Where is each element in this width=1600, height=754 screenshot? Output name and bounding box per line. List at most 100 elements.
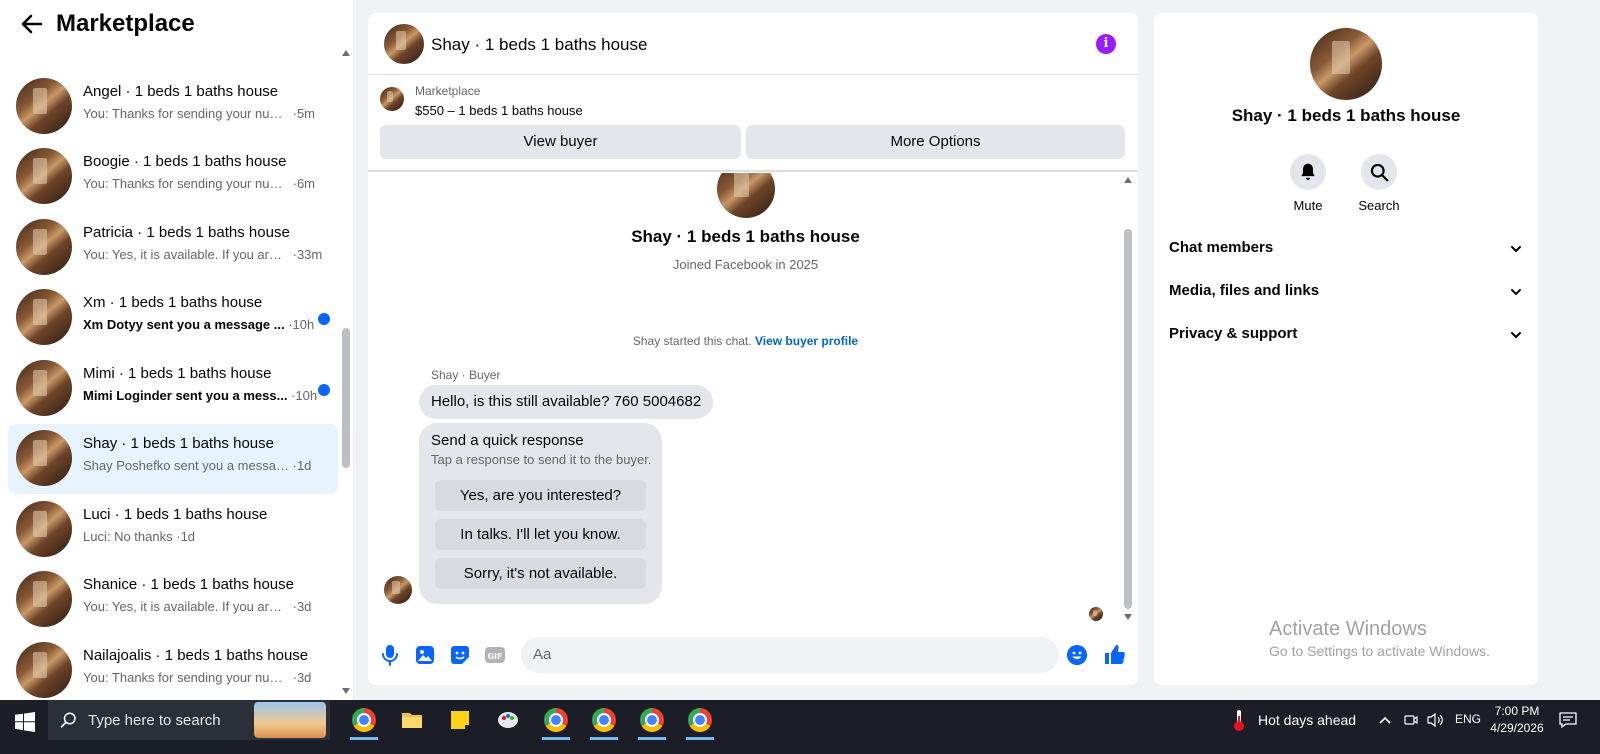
chrome-profile-icon[interactable]	[688, 708, 712, 732]
view-buyer-button[interactable]: View buyer	[380, 125, 741, 159]
avatar[interactable]	[16, 289, 72, 345]
avatar[interactable]	[717, 173, 775, 218]
preview-text: Luci: No thanks	[83, 529, 173, 544]
chevron-down-icon	[1511, 289, 1521, 295]
message-bubble[interactable]: Hello, is this still available? 760 5004…	[419, 385, 714, 419]
back-arrow-icon[interactable]	[20, 12, 44, 36]
preview-time: 6m	[296, 176, 316, 191]
preview-text: You: Thanks for sending your num...	[83, 176, 289, 191]
avatar[interactable]	[16, 430, 72, 486]
quick-response-yes-button[interactable]: Yes, are you interested?	[435, 480, 646, 511]
quick-response-unavailable-button[interactable]: Sorry, it's not available.	[435, 558, 646, 589]
weather-text[interactable]: Hot days ahead	[1258, 712, 1356, 728]
conversation-item[interactable]: Angel · 1 beds 1 baths house You: Thanks …	[8, 72, 338, 142]
avatar[interactable]	[16, 219, 72, 275]
speaker-icon[interactable]	[1426, 712, 1444, 728]
quick-response-talks-button[interactable]: In talks. I'll let you know.	[435, 519, 646, 550]
conversation-item[interactable]: Patricia · 1 beds 1 baths house You: Yes,…	[8, 213, 338, 283]
thermometer-icon[interactable]	[1232, 708, 1246, 732]
conversation-name: Luci · 1 beds 1 baths house	[83, 506, 268, 523]
meet-now-icon[interactable]	[1404, 713, 1418, 727]
sticky-notes-icon[interactable]	[448, 708, 472, 732]
avatar[interactable]	[16, 571, 72, 627]
listing-thumbnail[interactable]	[380, 87, 404, 111]
active-app-indicator	[638, 737, 666, 740]
conversation-name: Mimi · 1 beds 1 baths house	[83, 365, 272, 382]
privacy-support-section[interactable]: Privacy & support	[1169, 323, 1522, 347]
preview-time: 33m	[296, 247, 323, 262]
avatar[interactable]	[16, 78, 72, 134]
conversation-preview: You: Thanks for sending your num... · 6m	[83, 176, 315, 191]
avatar[interactable]	[16, 501, 72, 557]
scrollbar-thumb[interactable]	[1124, 229, 1132, 609]
avatar[interactable]	[384, 24, 424, 64]
message-thread: Shay · 1 beds 1 baths house Joined Faceb…	[368, 173, 1138, 626]
mute-button[interactable]: Mute	[1278, 154, 1338, 213]
avatar[interactable]	[384, 576, 412, 604]
message-composer: GIF Aa	[368, 626, 1138, 685]
listing-source: Marketplace	[415, 84, 481, 98]
gif-icon[interactable]: GIF	[483, 643, 507, 667]
scroll-down-icon[interactable]	[1124, 614, 1132, 620]
paint-icon[interactable]	[496, 708, 520, 732]
conversation-item[interactable]: Luci · 1 beds 1 baths house Luci: No than…	[8, 495, 338, 565]
listing-title[interactable]: $550 – 1 beds 1 baths house	[415, 103, 583, 118]
photo-icon[interactable]	[413, 643, 437, 667]
scroll-up-icon[interactable]	[342, 50, 350, 56]
chrome-icon[interactable]	[352, 708, 376, 732]
chrome-profile-icon[interactable]	[640, 708, 664, 732]
sidebar-scrollbar[interactable]	[340, 46, 352, 696]
media-files-links-section[interactable]: Media, files and links	[1169, 280, 1522, 304]
chat-panel: Shay · 1 beds 1 baths house i Marketplac…	[368, 13, 1138, 685]
chat-details-panel: Shay · 1 beds 1 baths house Mute Search …	[1154, 13, 1538, 685]
view-buyer-profile-link[interactable]: View buyer profile	[755, 334, 858, 348]
more-options-button[interactable]: More Options	[746, 125, 1125, 159]
avatar[interactable]	[16, 360, 72, 416]
conversation-item[interactable]: Nailajoalis · 1 beds 1 baths house You: T…	[8, 636, 338, 706]
preview-time-separator: ·	[289, 599, 297, 614]
avatar[interactable]	[16, 148, 72, 204]
scroll-up-icon[interactable]	[1124, 177, 1132, 183]
chrome-profile-icon[interactable]	[544, 708, 568, 732]
taskbar-search-placeholder: Type here to search	[88, 712, 221, 729]
sticker-icon[interactable]	[448, 643, 472, 667]
conversation-item[interactable]: Shanice · 1 beds 1 baths house You: Yes, …	[8, 565, 338, 635]
conversation-item[interactable]: Shay · 1 beds 1 baths house Shay Poshefko…	[8, 424, 338, 494]
scroll-down-icon[interactable]	[342, 688, 350, 694]
search-label: Search	[1358, 198, 1400, 213]
preview-time: 1d	[180, 529, 196, 544]
conversation-name: Shay · 1 beds 1 baths house	[83, 435, 274, 452]
search-button[interactable]: Search	[1349, 154, 1409, 213]
activate-windows-subtitle: Go to Settings to activate Windows.	[1269, 643, 1490, 659]
conversation-item[interactable]: Xm · 1 beds 1 baths house Xm Dotyy sent y…	[8, 283, 338, 353]
chat-title[interactable]: Shay · 1 beds 1 baths house	[431, 35, 647, 55]
preview-text: You: Thanks for sending your numb...	[83, 670, 289, 685]
conversation-item[interactable]: Mimi · 1 beds 1 baths house Mimi Loginder…	[8, 354, 338, 424]
search-icon	[60, 712, 76, 728]
bell-icon	[1301, 163, 1315, 180]
chevron-up-icon[interactable]	[1378, 713, 1392, 727]
chat-members-section[interactable]: Chat members	[1169, 237, 1522, 261]
windows-start-icon[interactable]	[15, 712, 35, 732]
activate-windows-title: Activate Windows	[1269, 618, 1427, 640]
avatar[interactable]	[16, 642, 72, 698]
clock-date[interactable]: 4/29/2026	[1482, 721, 1552, 735]
notification-icon[interactable]	[1559, 711, 1577, 729]
clock-time[interactable]: 7:00 PM	[1487, 704, 1547, 718]
chat-scrollbar[interactable]	[1121, 173, 1135, 626]
emoji-icon[interactable]	[1067, 645, 1087, 665]
conversation-item[interactable]: Boogie · 1 beds 1 baths house You: Thanks…	[8, 142, 338, 212]
scrollbar-thumb[interactable]	[342, 328, 350, 468]
message-input[interactable]: Aa	[521, 637, 1087, 673]
microphone-icon[interactable]	[378, 643, 402, 667]
avatar[interactable]	[1310, 28, 1382, 100]
preview-time: 3d	[296, 599, 312, 614]
conversation-preview: You: Yes, it is available. If you are in…	[83, 599, 311, 614]
info-icon[interactable]: i	[1096, 34, 1116, 54]
thumbs-up-icon[interactable]	[1103, 643, 1127, 667]
preview-time: 1d	[296, 458, 312, 473]
chrome-profile-icon[interactable]	[592, 708, 616, 732]
taskbar-search[interactable]: Type here to search	[48, 700, 330, 740]
language-indicator[interactable]: ENG	[1455, 712, 1481, 726]
file-explorer-icon[interactable]	[400, 708, 424, 732]
